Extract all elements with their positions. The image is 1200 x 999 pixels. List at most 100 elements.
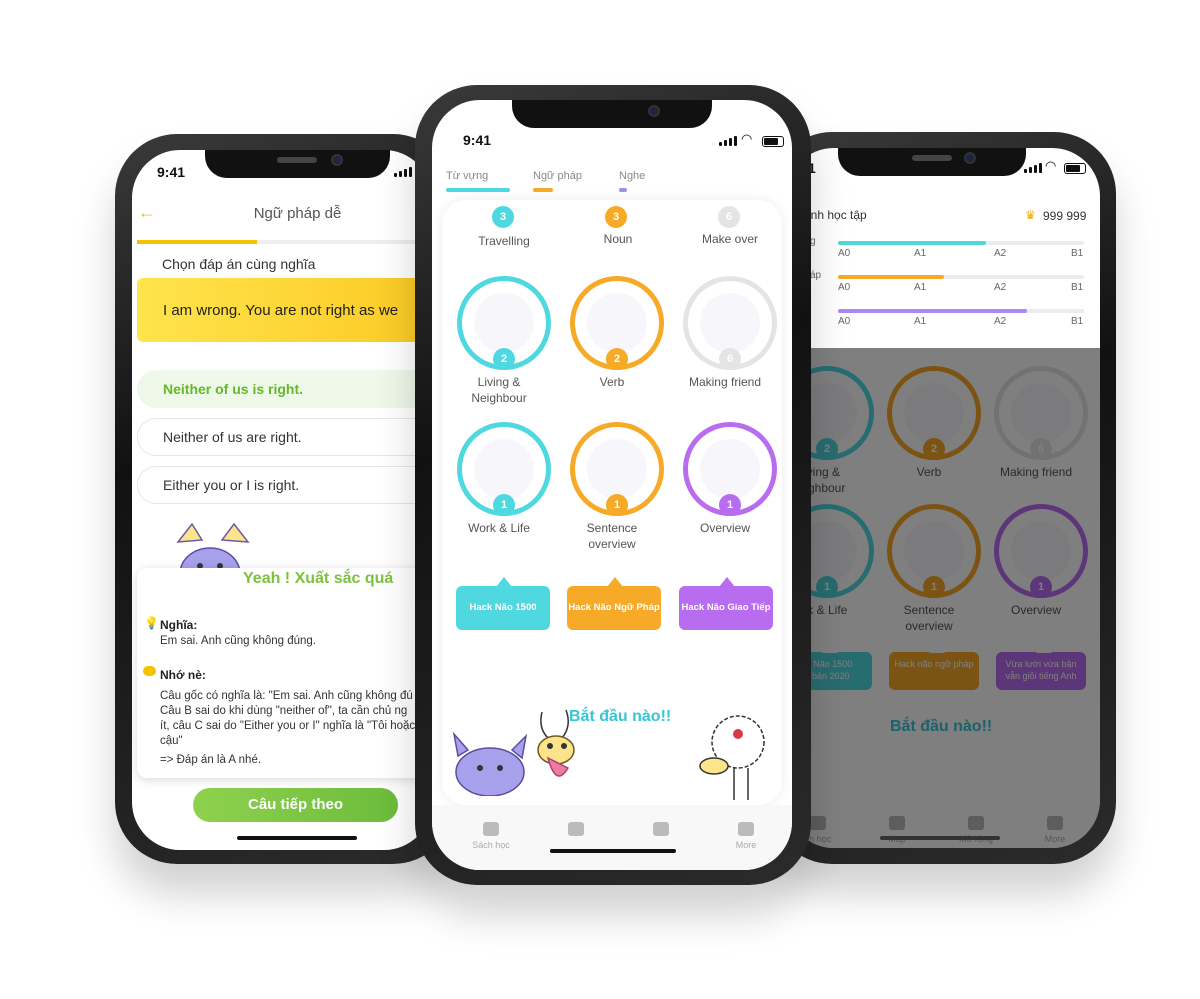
left-notch [205, 150, 390, 178]
tab-vocabulary-indicator [446, 188, 510, 192]
level-tick: B1 [1071, 282, 1084, 293]
skill-label: áp [810, 270, 822, 281]
hack-grammar-button[interactable]: Hack Não Ngữ Pháp [567, 577, 661, 630]
note-line: cậu" [160, 735, 183, 747]
mascot-face-icon [587, 293, 647, 353]
status-time: 9:41 [157, 164, 186, 180]
lesson-label[interactable]: Verb [557, 374, 667, 390]
status-time: 9:41 [463, 132, 492, 148]
level-fill [838, 309, 1028, 313]
level-tick: A1 [914, 316, 927, 327]
level-tick: B1 [1071, 248, 1084, 259]
mascot-face-icon [587, 439, 647, 499]
lightbulb-icon: 💡 [144, 616, 159, 630]
lesson-badge: 1 [493, 494, 515, 516]
level-tick: A2 [994, 248, 1007, 259]
lesson-badge: 3 [492, 206, 514, 228]
right-phone-screen: 1 ◠ inh học tập ♛ 999 999 g A0 A1 A2 B1 … [786, 148, 1100, 848]
level-tick: A2 [994, 282, 1007, 293]
page-title: Ngữ pháp dễ [253, 205, 342, 222]
lesson-label[interactable]: Overview [670, 520, 780, 536]
answer-option-a[interactable]: Neither of us is right. [137, 370, 432, 408]
lesson-badge: 2 [606, 348, 628, 370]
answer-option-c[interactable]: Either you or I is right. [137, 466, 432, 504]
center-notch [512, 100, 712, 128]
lesson-label[interactable]: Travelling [449, 233, 559, 249]
sheep-mascot-illustration [699, 715, 765, 800]
cat-mascot-illustration [452, 731, 528, 796]
lesson-badge: 1 [606, 494, 628, 516]
map-flag-icon[interactable] [568, 822, 584, 836]
level-fill [838, 275, 944, 279]
crown-icon: ♛ [1025, 208, 1036, 222]
grid-icon[interactable] [653, 822, 669, 836]
nav-label[interactable]: More [716, 840, 776, 850]
signal-icon [719, 136, 737, 146]
wifi-icon: ◠ [741, 131, 753, 146]
tab-vocabulary[interactable]: Từ vựng [446, 170, 488, 182]
hack-1500-button[interactable]: Hack Não 1500 [456, 577, 550, 630]
back-arrow-icon[interactable]: ← [138, 202, 156, 223]
lesson-label[interactable]: Make over [675, 231, 785, 247]
lesson-badge: 2 [493, 348, 515, 370]
score-value: 999 999 [1043, 209, 1087, 223]
lesson-label[interactable]: Noun [563, 231, 673, 247]
lesson-badge: 6 [718, 206, 740, 228]
note-line: Câu gốc có nghĩa là: "Em sai. Anh cũng k… [160, 690, 413, 702]
dim-overlay [786, 348, 1100, 848]
home-indicator [550, 849, 676, 853]
battery-icon [762, 136, 784, 147]
tab-listening-indicator [619, 188, 627, 192]
wifi-icon: ◠ [1045, 158, 1057, 173]
page-title: inh học tập [808, 208, 867, 222]
lesson-badge: 6 [719, 348, 741, 370]
level-fill [838, 241, 986, 245]
mascot-face-icon [474, 293, 534, 353]
level-tick: A1 [914, 248, 927, 259]
level-tick: B1 [1071, 316, 1084, 327]
signal-icon [394, 167, 412, 177]
speech-bubble-icon [143, 666, 156, 676]
tab-grammar-indicator [533, 188, 553, 192]
bottom-nav [432, 805, 792, 870]
hack-communication-button[interactable]: Hack Não Giao Tiếp [679, 577, 773, 630]
answer-option-b[interactable]: Neither of us are right. [137, 418, 432, 456]
question-text: I am wrong. You are not right as we [163, 302, 399, 319]
tab-grammar[interactable]: Ngữ pháp [533, 170, 582, 182]
level-tick: A0 [838, 282, 851, 293]
note-line: => Đáp án là A nhé. [160, 754, 262, 766]
user-icon[interactable] [738, 822, 754, 836]
lesson-badge: 3 [605, 206, 627, 228]
mascot-face-icon [474, 439, 534, 499]
level-tick: A0 [838, 248, 851, 259]
feedback-title: Yeah ! Xuất sắc quá [243, 570, 394, 587]
battery-icon [1064, 163, 1086, 174]
level-tick: A1 [914, 282, 927, 293]
note-heading: Nhớ nè: [160, 668, 206, 682]
book-icon[interactable] [483, 822, 499, 836]
center-phone-screen: 9:41 ◠ Từ vựng Ngữ pháp Nghe 3 3 6 Trave… [432, 100, 792, 870]
tab-listening[interactable]: Nghe [619, 170, 645, 182]
question-prompt: Chọn đáp án cùng nghĩa [162, 256, 316, 272]
left-phone-screen: 9:41 ← Ngữ pháp dễ Chọn đáp án cùng nghĩ… [132, 150, 432, 850]
nav-label[interactable]: Sách học [461, 840, 521, 850]
meaning-text: Em sai. Anh cũng không đúng. [160, 635, 316, 647]
ant-mascot-illustration [537, 709, 575, 777]
note-line: Câu B sai do khi dùng "neither of", ta c… [160, 705, 408, 717]
right-notch [838, 148, 1026, 176]
level-tick: A0 [838, 316, 851, 327]
question-card: I am wrong. You are not right as we [137, 278, 432, 342]
lesson-label[interactable]: Sentence overview [557, 520, 667, 552]
lesson-label[interactable]: Living & Neighbour [444, 374, 554, 406]
mascot-face-icon [700, 293, 760, 353]
lesson-label[interactable]: Work & Life [444, 520, 554, 536]
mascot-face-icon [700, 439, 760, 499]
note-line: ít, câu C sai do "Either you or I" nghĩa… [160, 720, 416, 732]
home-indicator [237, 836, 357, 840]
meaning-heading: Nghĩa: [160, 618, 198, 632]
home-indicator [880, 836, 1000, 840]
lesson-label[interactable]: Making friend [670, 374, 780, 390]
signal-icon [1024, 163, 1042, 173]
next-question-button[interactable]: Câu tiếp theo [193, 788, 398, 822]
lesson-badge: 1 [719, 494, 741, 516]
